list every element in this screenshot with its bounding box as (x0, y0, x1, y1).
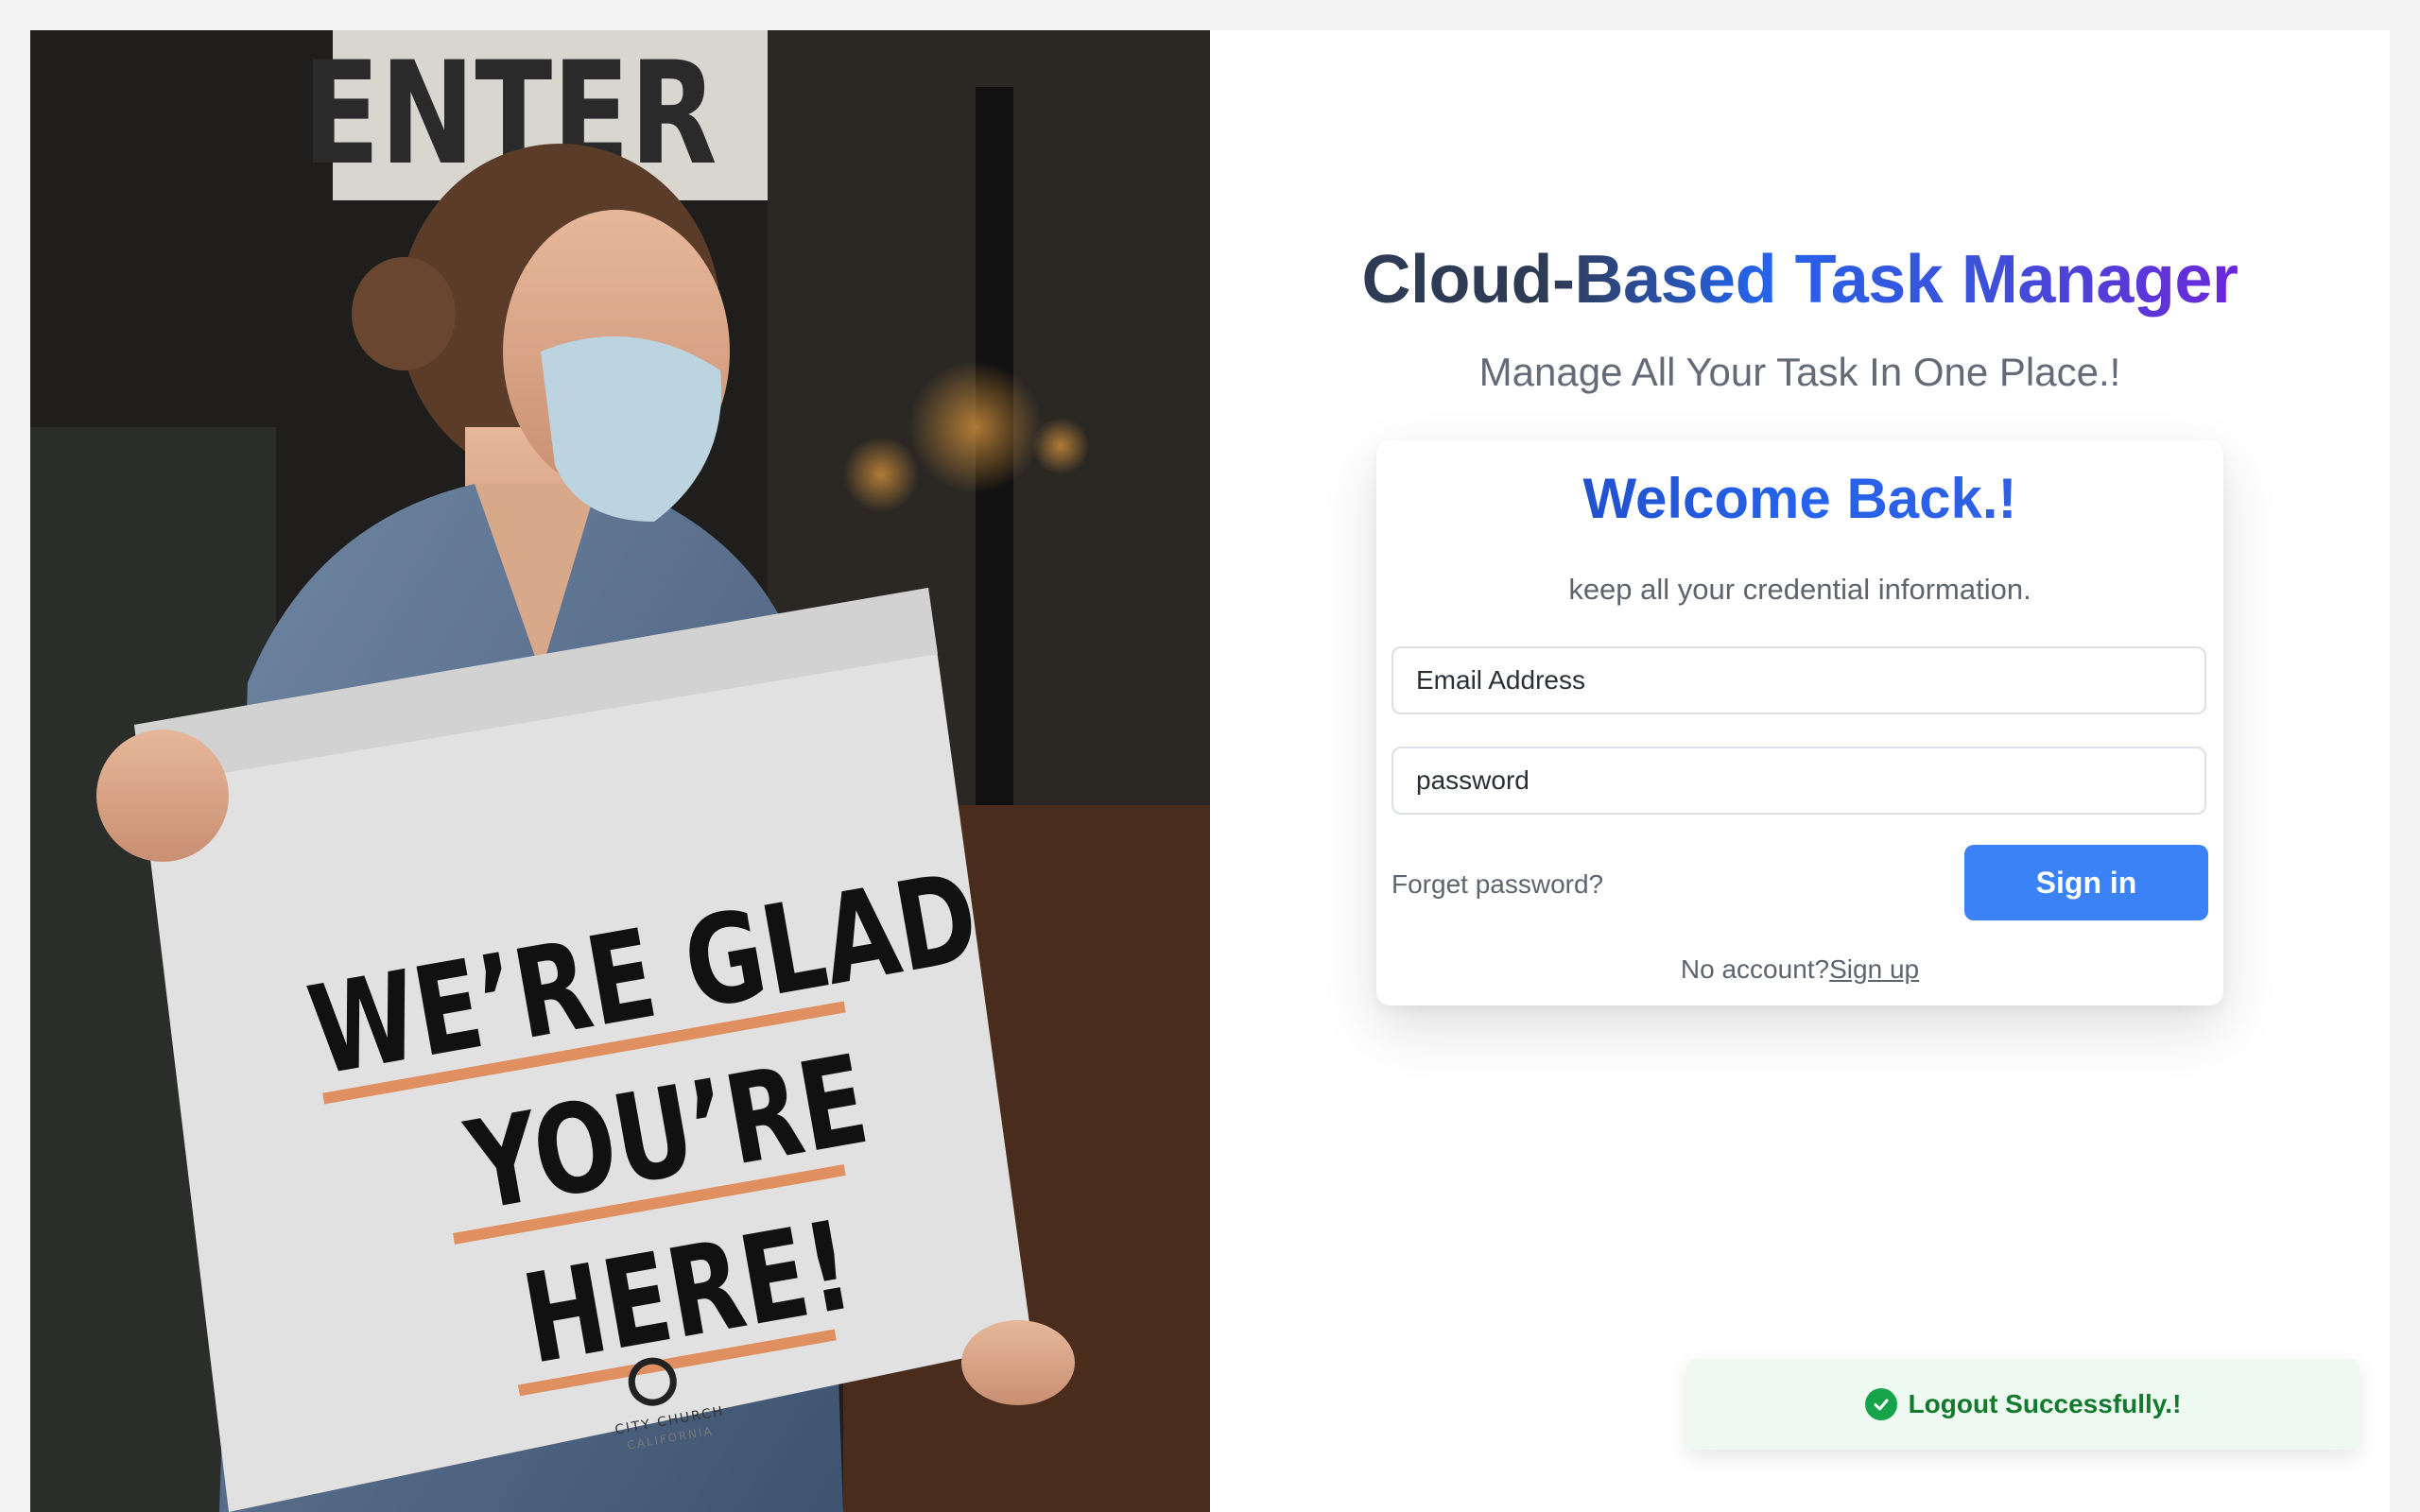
forgot-password-link[interactable]: Forget password? (1392, 869, 1603, 900)
password-field[interactable] (1392, 747, 2206, 815)
no-account-text: No account? (1680, 954, 1830, 984)
login-card: Welcome Back.! keep all your credential … (1376, 440, 2223, 1005)
app-title: Cloud-Based Task Manager (1210, 236, 2390, 323)
email-field[interactable] (1392, 646, 2206, 714)
app-title-text: Cloud-Based Task Manager (1361, 242, 2238, 318)
sign-in-button[interactable]: Sign in (1964, 845, 2208, 920)
hero-photo-illustration: ENTER WE’RE GLAD YOU’RE HERE! CITY CHURC… (30, 30, 1210, 1512)
sign-up-link[interactable]: Sign up (1829, 954, 1919, 984)
welcome-subheading: keep all your credential information. (1568, 573, 2031, 606)
logout-toast: Logout Successfully.! (1686, 1359, 2360, 1450)
check-circle-icon (1864, 1388, 1897, 1420)
toast-message: Logout Successfully.! (1908, 1389, 2182, 1418)
no-account-row: No account?Sign up (1376, 954, 2223, 985)
hero-photo: ENTER WE’RE GLAD YOU’RE HERE! CITY CHURC… (30, 30, 1210, 1512)
app-subtitle: Manage All Your Task In One Place.! (1478, 350, 2121, 394)
welcome-heading: Welcome Back.! (1376, 461, 2223, 537)
